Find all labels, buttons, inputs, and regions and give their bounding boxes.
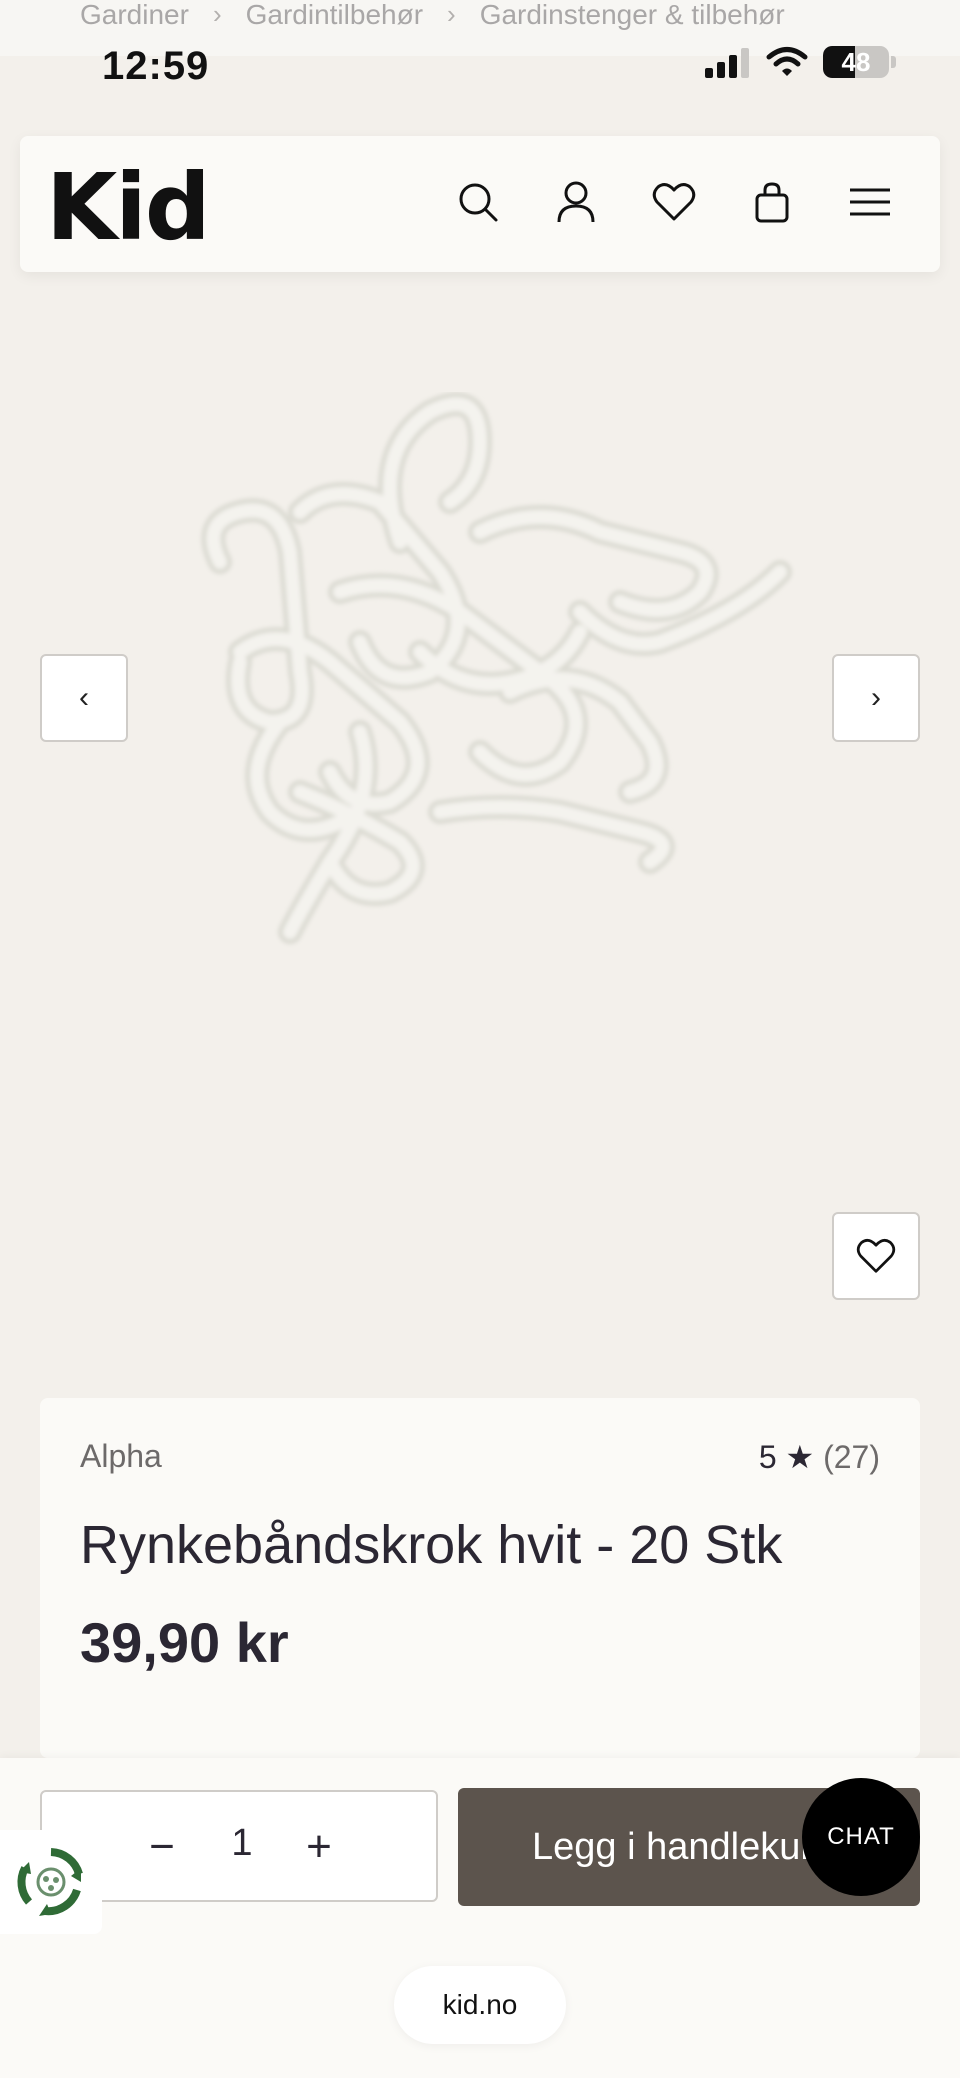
- product-brand[interactable]: Alpha: [80, 1438, 162, 1475]
- browser-url-bar[interactable]: kid.no: [394, 1966, 566, 2044]
- product-title: Rynkebåndskrok hvit - 20 Stk: [80, 1515, 783, 1575]
- gallery-next-button[interactable]: ›: [832, 654, 920, 742]
- search-icon[interactable]: [450, 174, 506, 230]
- quantity-increase-button[interactable]: +: [284, 1812, 354, 1882]
- menu-icon[interactable]: [842, 174, 898, 230]
- product-info-card: Alpha 5 ★ (27) Rynkebåndskrok hvit - 20 …: [40, 1398, 920, 1758]
- rating-count: (27): [823, 1439, 880, 1475]
- battery-icon: 48: [823, 46, 889, 78]
- product-gallery: ‹ ›: [0, 272, 960, 1398]
- recycle-icon: [17, 1848, 83, 1916]
- breadcrumb-separator: ›: [447, 0, 456, 29]
- quantity-decrease-button[interactable]: −: [127, 1812, 197, 1882]
- kid-logo[interactable]: Kid: [46, 154, 211, 261]
- breadcrumb-separator: ›: [212, 0, 222, 29]
- cellular-signal-icon: [705, 48, 749, 78]
- battery-percent: 48: [841, 47, 871, 77]
- favorite-button[interactable]: [832, 1212, 920, 1300]
- heart-icon[interactable]: [646, 174, 702, 230]
- heart-icon: [856, 1239, 896, 1273]
- status-bar: 12:59 48: [0, 38, 960, 94]
- eco-badge[interactable]: [0, 1830, 102, 1934]
- status-time: 12:59: [102, 44, 210, 88]
- account-icon[interactable]: [548, 174, 604, 230]
- site-header: Kid: [20, 136, 940, 272]
- quantity-value[interactable]: 1: [222, 1822, 262, 1865]
- product-image: [201, 392, 792, 944]
- breadcrumb-item-gardiner[interactable]: Gardiner: [80, 1, 189, 29]
- product-price: 39,90 kr: [80, 1611, 289, 1674]
- breadcrumb-item-gardinstenger[interactable]: Gardinstenger & tilbehør: [480, 1, 785, 29]
- battery-tip: [891, 56, 896, 68]
- rating-score: 5 ★: [758, 1439, 815, 1475]
- bag-icon[interactable]: [744, 174, 800, 230]
- chat-button[interactable]: CHAT: [802, 1778, 920, 1896]
- product-rating[interactable]: 5 ★ (27): [759, 1438, 880, 1476]
- status-icons: 48: [703, 46, 896, 78]
- breadcrumb-item-gardintilbehor[interactable]: Gardintilbehør: [246, 1, 423, 29]
- wifi-icon: [766, 47, 808, 76]
- gallery-prev-button[interactable]: ‹: [40, 654, 128, 742]
